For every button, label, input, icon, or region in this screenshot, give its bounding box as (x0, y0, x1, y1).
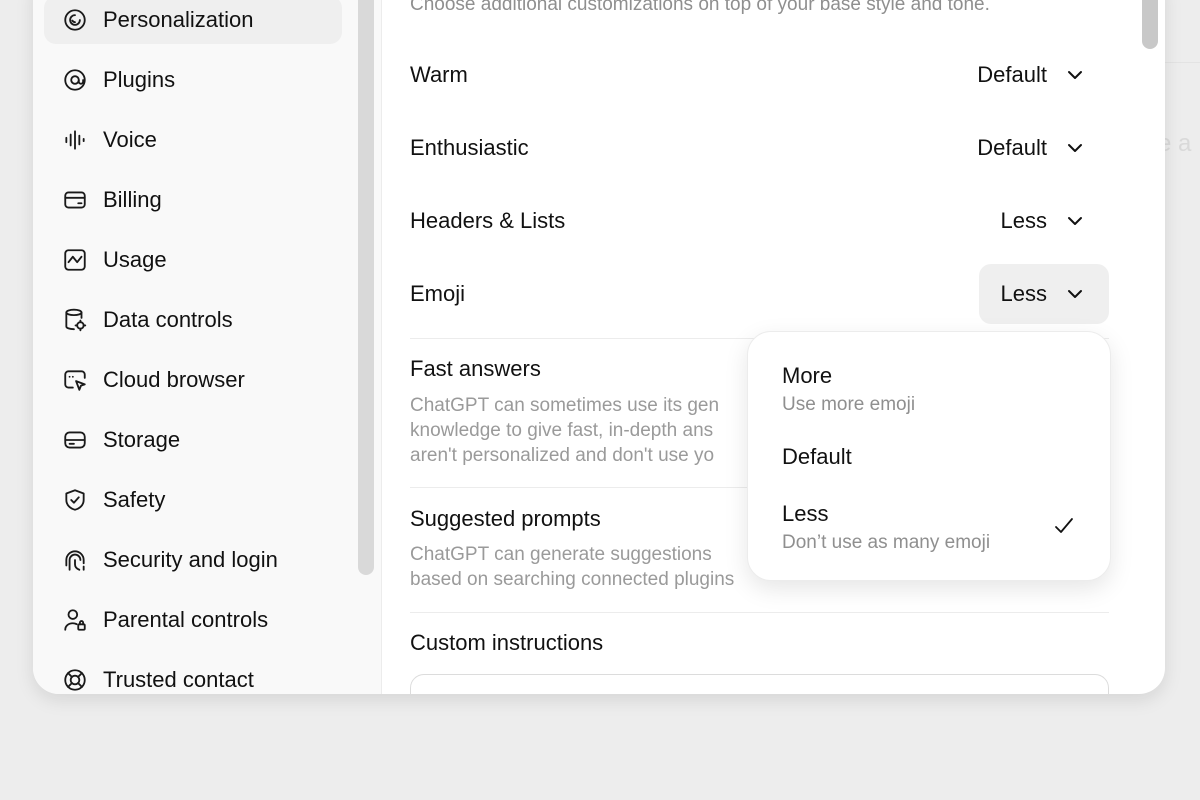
custom-instructions-title: Custom instructions (410, 630, 604, 655)
sidebar-item-billing[interactable]: Billing (44, 176, 342, 224)
sidebar-item-safety[interactable]: Safety (44, 476, 342, 524)
usage-chart-icon (61, 246, 89, 274)
sidebar-item-label: Safety (103, 487, 166, 512)
sidebar-item-label: Usage (103, 247, 167, 272)
sidebar-item-label: Personalization (103, 7, 254, 32)
trusted-contact-icon (61, 666, 89, 694)
data-controls-icon (61, 306, 89, 334)
option-title: Less (782, 501, 829, 526)
parental-controls-icon (61, 606, 89, 634)
select-value: Default (977, 62, 1047, 87)
enthusiastic-select[interactable]: Default (955, 118, 1109, 178)
emoji-option-less[interactable]: Less Don’t use as many emoji (748, 488, 1110, 580)
sidebar-item-label: Data controls (103, 307, 233, 332)
headers-lists-select[interactable]: Less (979, 191, 1109, 251)
option-subtitle: Use more emoji (782, 394, 916, 415)
setting-label-emoji: Emoji (410, 281, 466, 306)
sidebar-item-parental-controls[interactable]: Parental controls (44, 596, 342, 644)
warm-select[interactable]: Default (955, 45, 1109, 105)
sidebar-item-label: Storage (103, 427, 181, 452)
custom-instructions-input[interactable] (410, 674, 1109, 694)
emoji-option-more[interactable]: More Use more emoji (748, 332, 1110, 420)
sidebar-item-label: Voice (103, 127, 157, 152)
section-subtitle: Choose additional customizations on top … (410, 0, 990, 15)
sidebar-item-cloud-browser[interactable]: Cloud browser (44, 356, 342, 404)
emoji-option-default[interactable]: Default (748, 420, 1110, 488)
plugins-icon (61, 66, 89, 94)
emoji-dropdown-menu: More Use more emoji Default Less Don’t u… (747, 331, 1111, 581)
background-divider (1165, 62, 1200, 63)
option-title: More (782, 363, 833, 388)
shield-check-icon (61, 486, 89, 514)
sidebar-item-label: Billing (103, 187, 162, 212)
chevron-down-icon (1065, 284, 1085, 304)
sidebar-item-personalization[interactable]: Personalization (44, 0, 342, 44)
checkmark-icon (1052, 514, 1076, 538)
sidebar-item-usage[interactable]: Usage (44, 236, 342, 284)
emoji-select[interactable]: Less (978, 264, 1109, 324)
chevron-down-icon (1065, 211, 1085, 231)
setting-label-headers-lists: Headers & Lists (410, 208, 566, 233)
billing-card-icon (61, 186, 89, 214)
security-icon (61, 546, 89, 574)
settings-sidebar: Personalization Plugins Voice Billing Us (33, 0, 382, 694)
fast-answers-title: Fast answers (410, 356, 541, 381)
option-title: Default (782, 444, 852, 469)
sidebar-item-storage[interactable]: Storage (44, 416, 342, 464)
sidebar-scrollbar[interactable] (358, 0, 374, 575)
personalization-icon (61, 6, 89, 34)
storage-icon (61, 426, 89, 454)
option-subtitle: Don’t use as many emoji (782, 532, 991, 553)
sidebar-item-security-and-login[interactable]: Security and login (44, 536, 342, 584)
content-scrollbar[interactable] (1142, 0, 1158, 49)
suggested-prompts-title: Suggested prompts (410, 506, 601, 531)
setting-label-warm: Warm (410, 62, 468, 87)
sidebar-item-data-controls[interactable]: Data controls (44, 296, 342, 344)
sidebar-item-trusted-contact[interactable]: Trusted contact (44, 656, 342, 694)
sidebar-item-label: Plugins (103, 67, 176, 92)
sidebar-item-plugins[interactable]: Plugins (44, 56, 342, 104)
chevron-down-icon (1065, 138, 1085, 158)
sidebar-item-label: Trusted contact (103, 667, 254, 692)
section-divider (410, 612, 1109, 613)
sidebar-item-voice[interactable]: Voice (44, 116, 342, 164)
sidebar-item-label: Parental controls (103, 607, 269, 632)
cloud-browser-icon (61, 366, 89, 394)
voice-waveform-icon (61, 126, 89, 154)
sidebar-item-label: Cloud browser (103, 367, 245, 392)
select-value: Less (1000, 208, 1047, 233)
setting-label-enthusiastic: Enthusiastic (410, 135, 529, 160)
select-value: Less (1000, 281, 1047, 306)
select-value: Default (977, 135, 1047, 160)
sidebar-item-label: Security and login (103, 547, 278, 572)
chevron-down-icon (1065, 65, 1085, 85)
